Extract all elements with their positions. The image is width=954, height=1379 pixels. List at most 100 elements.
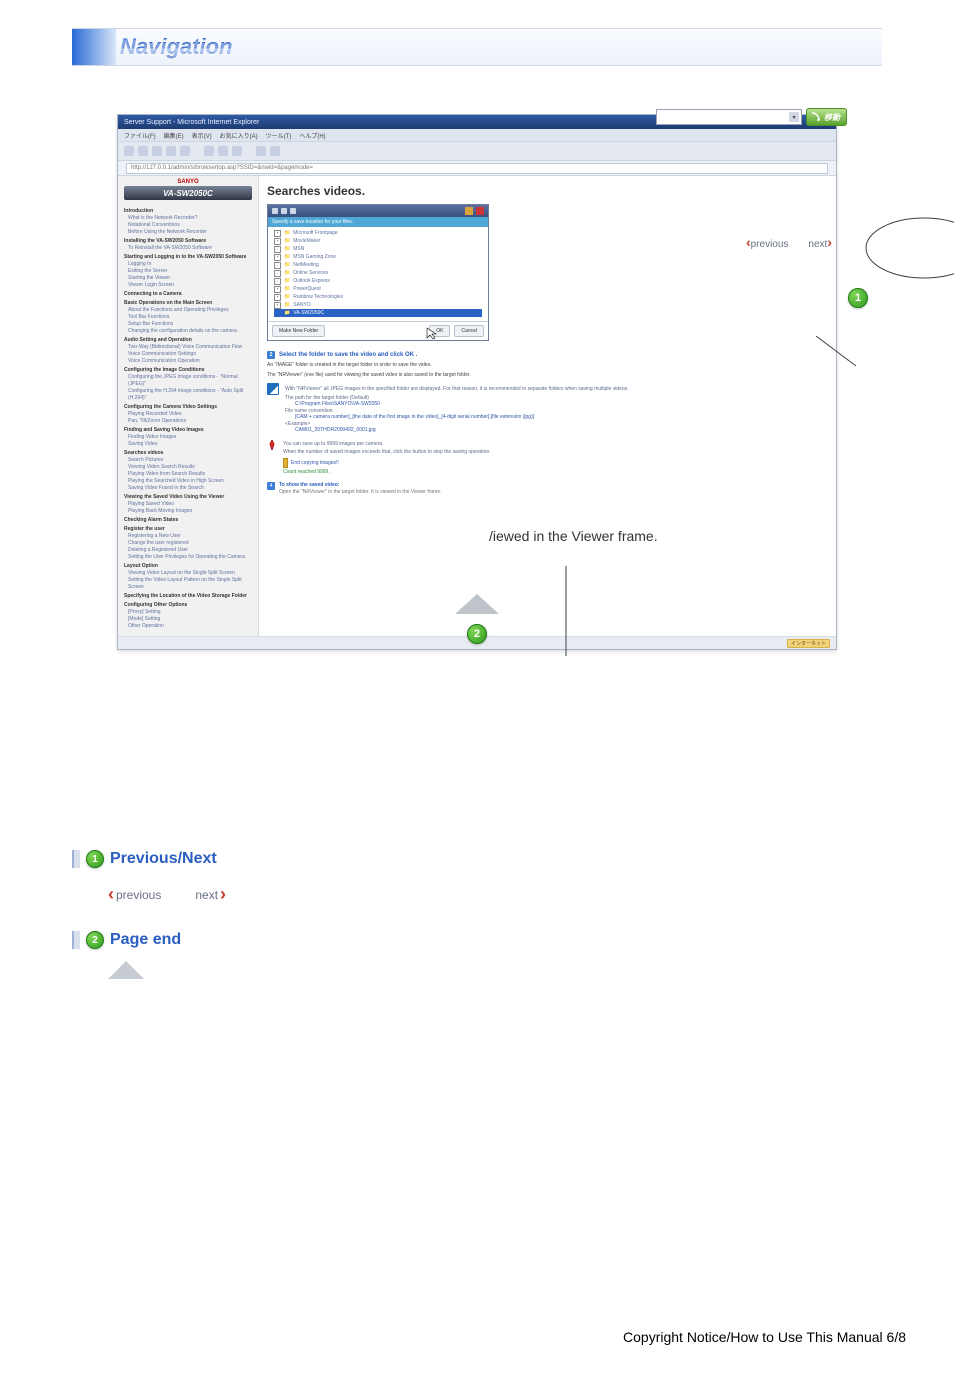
expand-icon[interactable]: + xyxy=(274,286,281,293)
toolbar-mail-icon[interactable] xyxy=(256,146,266,156)
sidebar-item[interactable]: Playing Saved Video xyxy=(128,501,254,508)
sidebar-item[interactable]: [Mode] Setting xyxy=(128,616,254,623)
menu-item[interactable]: お気に入り(A) xyxy=(220,131,258,140)
sidebar-item[interactable]: Voice Communication Settings xyxy=(128,351,254,358)
toolbar-stop-icon[interactable] xyxy=(152,146,162,156)
menu-item[interactable]: ヘルプ(H) xyxy=(299,131,325,140)
sidebar-group-title[interactable]: Layout Option xyxy=(124,563,254,570)
tree-row[interactable]: +📁Microsoft Frontpage xyxy=(274,229,482,237)
next-pill[interactable]: next › xyxy=(195,884,226,905)
toolbar-fav-icon[interactable] xyxy=(218,146,228,156)
tree-row[interactable]: -📁MSN xyxy=(274,245,482,253)
address-field[interactable]: http://127.0.0.1/admin/s/browsertop.asp?… xyxy=(126,163,828,174)
sidebar-group-title[interactable]: Audio Setting and Operation xyxy=(124,337,254,344)
sidebar-group-title[interactable]: Specifying the Location of the Video Sto… xyxy=(124,593,254,600)
menu-item[interactable]: ツール(T) xyxy=(266,131,292,140)
sidebar-item[interactable]: Starting the Viewer xyxy=(128,275,254,282)
new-folder-button[interactable]: Make New Folder xyxy=(272,325,325,337)
tree-row[interactable]: +📁Rainbow Technologies xyxy=(274,293,482,301)
toolbar-search-icon[interactable] xyxy=(204,146,214,156)
toolbar-print-icon[interactable] xyxy=(270,146,280,156)
sidebar-item[interactable]: Voice Communication Operation xyxy=(128,358,254,365)
sidebar-group-title[interactable]: Starting and Logging in to the VA-SW2050… xyxy=(124,254,254,261)
sidebar-group-title[interactable]: Introduction xyxy=(124,208,254,215)
toolbar-refresh-icon[interactable] xyxy=(166,146,176,156)
sidebar-group-title[interactable]: Checking Alarm States xyxy=(124,517,254,524)
expand-icon[interactable]: + xyxy=(274,230,281,237)
sidebar-item[interactable]: Saving Video Found in the Search xyxy=(128,485,254,492)
sidebar-item[interactable]: What is the Network Recorder? xyxy=(128,215,254,222)
tree-row[interactable]: +📁PowerQuest xyxy=(274,285,482,293)
sidebar-group-title[interactable]: Configuring the Camera Video Settings xyxy=(124,404,254,411)
sidebar-group-title[interactable]: Searches videos xyxy=(124,450,254,457)
tree-row[interactable]: +📁MovieMaker xyxy=(274,237,482,245)
sidebar-group-title[interactable]: Viewing the Saved Video Using the Viewer xyxy=(124,494,254,501)
sidebar-item[interactable]: Registering a New User xyxy=(128,533,254,540)
sidebar-group-title[interactable]: Register the user xyxy=(124,526,254,533)
sidebar-item[interactable]: Pan, Tilt/Zoom Operations xyxy=(128,418,254,425)
sidebar-item[interactable]: Exiting the Server xyxy=(128,268,254,275)
sidebar-item[interactable]: Before Using the Network Recorder xyxy=(128,229,254,236)
collapse-icon[interactable]: - xyxy=(274,246,281,253)
sidebar-item[interactable]: Configuring the JPEG image conditions - … xyxy=(128,374,254,388)
dialog-help-icon[interactable] xyxy=(465,207,473,215)
folder-tree[interactable]: +📁Microsoft Frontpage+📁MovieMaker-📁MSN+📁… xyxy=(268,227,488,321)
cancel-button[interactable]: Cancel xyxy=(454,325,484,337)
tree-row[interactable]: 📁VA-SW2050C xyxy=(274,309,482,317)
dialog-close-icon[interactable] xyxy=(476,207,484,215)
sidebar-item[interactable]: Tool Bar Functions xyxy=(128,314,254,321)
tree-row[interactable]: -📁Online Services xyxy=(274,269,482,277)
sidebar-item[interactable]: Notational Conventions xyxy=(128,222,254,229)
search-select[interactable]: ▾ xyxy=(656,109,802,125)
previous-pill[interactable]: ‹ previous xyxy=(108,884,161,905)
expand-icon[interactable]: + xyxy=(274,254,281,261)
sidebar-item[interactable]: Saving Video xyxy=(128,441,254,448)
collapse-icon[interactable]: - xyxy=(274,278,281,285)
tree-row[interactable]: +📁MSN Gaming Zone xyxy=(274,253,482,261)
sidebar-item[interactable]: To Reinstall the VA-SW2050 Software xyxy=(128,245,254,252)
sidebar-item[interactable]: Setting the Video Layout Pattern on the … xyxy=(128,577,254,591)
sidebar-item[interactable]: Playing Back Moving Images xyxy=(128,508,254,515)
sidebar-item[interactable]: Configuring the H.264 image conditions -… xyxy=(128,388,254,402)
sidebar-item[interactable]: Logging In xyxy=(128,261,254,268)
sidebar-item[interactable]: About the Functions and Operating Privil… xyxy=(128,307,254,314)
sidebar-item[interactable]: Viewer Login Screen xyxy=(128,282,254,289)
sidebar-group-title[interactable]: Installing the VA-SW2050 Software xyxy=(124,238,254,245)
next-link[interactable]: next› xyxy=(808,234,832,250)
sidebar-item[interactable]: Viewing Video Search Results xyxy=(128,464,254,471)
go-button[interactable]: 移動 xyxy=(806,108,847,126)
toolbar-back-icon[interactable] xyxy=(124,146,134,156)
menu-item[interactable]: 表示(V) xyxy=(192,131,212,140)
menu-item[interactable]: ファイル(F) xyxy=(124,131,156,140)
sidebar-item[interactable]: Two-Way (Bidirectional) Voice Communicat… xyxy=(128,344,254,351)
sidebar-item[interactable]: Viewing Video Layout on the Single Split… xyxy=(128,570,254,577)
sidebar-group-title[interactable]: Configuring the Image Conditions xyxy=(124,367,254,374)
collapse-icon[interactable]: - xyxy=(274,262,281,269)
sidebar-item[interactable]: Setup Bar Functions xyxy=(128,321,254,328)
toolbar-history-icon[interactable] xyxy=(232,146,242,156)
sidebar-group-title[interactable]: Finding and Saving Video Images xyxy=(124,427,254,434)
sidebar-item[interactable]: Playing Video from Search Results xyxy=(128,471,254,478)
expand-icon[interactable]: + xyxy=(274,302,281,309)
sidebar-item[interactable]: Playing the Searched Video in High Scree… xyxy=(128,478,254,485)
collapse-icon[interactable]: - xyxy=(274,270,281,277)
previous-link[interactable]: ‹previous xyxy=(746,234,788,250)
sidebar-group-title[interactable]: Configuring Other Options xyxy=(124,602,254,609)
toolbar-home-icon[interactable] xyxy=(180,146,190,156)
sidebar-item[interactable]: Deleting a Registered User xyxy=(128,547,254,554)
sidebar-item[interactable]: Other Operation xyxy=(128,623,254,630)
toolbar-forward-icon[interactable] xyxy=(138,146,148,156)
sidebar-group-title[interactable]: Connecting to a Camera xyxy=(124,291,254,298)
sidebar-item[interactable]: Search Pictures xyxy=(128,457,254,464)
sidebar-item[interactable]: Change the user registered xyxy=(128,540,254,547)
tree-row[interactable]: -📁NetMeeting xyxy=(274,261,482,269)
page-end-triangle-icon[interactable] xyxy=(108,961,144,979)
expand-icon[interactable]: + xyxy=(274,294,281,301)
sidebar-item[interactable]: Setting the User Privileges for Operatin… xyxy=(128,554,254,561)
sidebar-item[interactable]: [Proxy] Setting xyxy=(128,609,254,616)
tree-row[interactable]: -📁Outlook Express xyxy=(274,277,482,285)
sidebar-group-title[interactable]: Basic Operations on the Main Screen xyxy=(124,300,254,307)
sidebar-item[interactable]: Playing Recorded Video xyxy=(128,411,254,418)
expand-icon[interactable]: + xyxy=(274,238,281,245)
menu-item[interactable]: 編集(E) xyxy=(164,131,184,140)
